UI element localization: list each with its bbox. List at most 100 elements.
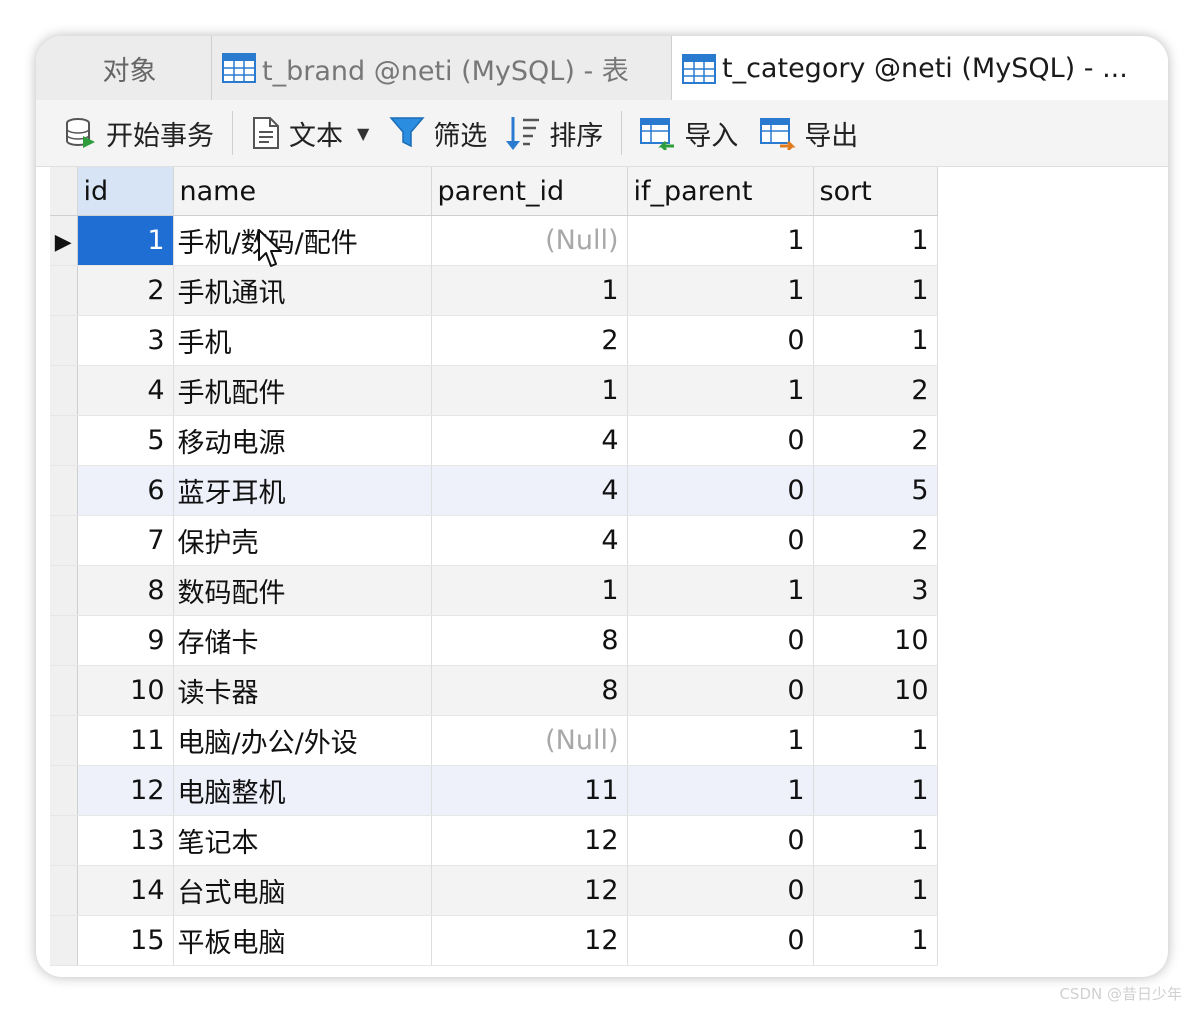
table-row[interactable]: 9 存储卡 8 0 10	[50, 615, 938, 666]
row-header[interactable]: ▶	[50, 215, 78, 266]
cell-id[interactable]: 8	[77, 565, 174, 616]
tab-t-brand[interactable]: t_brand @neti (MySQL) - 表	[212, 36, 672, 100]
cell-parent-id[interactable]: 1	[431, 565, 628, 616]
table-row[interactable]: 5 移动电源 4 0 2	[50, 415, 938, 466]
cell-sort[interactable]: 1	[813, 315, 938, 366]
export-button[interactable]: 导出	[754, 109, 864, 157]
cell-parent-id[interactable]: 11	[431, 765, 628, 816]
cell-if-parent[interactable]: 1	[627, 765, 814, 816]
row-header[interactable]	[50, 865, 78, 916]
cell-if-parent[interactable]: 1	[627, 215, 814, 266]
cell-if-parent[interactable]: 1	[627, 715, 814, 766]
cell-sort[interactable]: 1	[813, 265, 938, 316]
table-row[interactable]: 7 保护壳 4 0 2	[50, 515, 938, 566]
cell-if-parent[interactable]: 0	[627, 615, 814, 666]
table-row[interactable]: 4 手机配件 1 1 2	[50, 365, 938, 416]
cell-parent-id[interactable]: 8	[431, 615, 628, 666]
cell-parent-id[interactable]: 4	[431, 515, 628, 566]
row-header[interactable]	[50, 615, 78, 666]
cell-id[interactable]: 3	[77, 315, 174, 366]
text-view-button[interactable]: 文本 ▼	[245, 109, 375, 157]
column-header-id[interactable]: id	[77, 167, 174, 216]
row-header[interactable]	[50, 265, 78, 316]
cell-id[interactable]: 4	[77, 365, 174, 416]
row-header[interactable]	[50, 465, 78, 516]
table-row[interactable]: 13 笔记本 12 0 1	[50, 815, 938, 866]
column-header-if-parent[interactable]: if_parent	[627, 167, 814, 216]
cell-if-parent[interactable]: 1	[627, 365, 814, 416]
cell-parent-id[interactable]: (Null)	[431, 715, 628, 766]
row-header[interactable]	[50, 365, 78, 416]
cell-if-parent[interactable]: 0	[627, 515, 814, 566]
cell-name[interactable]: 读卡器	[173, 665, 432, 716]
cell-sort[interactable]: 1	[813, 715, 938, 766]
table-row[interactable]: 15 平板电脑 12 0 1	[50, 915, 938, 966]
cell-if-parent[interactable]: 1	[627, 265, 814, 316]
cell-sort[interactable]: 2	[813, 515, 938, 566]
cell-id[interactable]: 13	[77, 815, 174, 866]
cell-name[interactable]: 存储卡	[173, 615, 432, 666]
cell-parent-id[interactable]: 4	[431, 415, 628, 466]
cell-id[interactable]: 12	[77, 765, 174, 816]
cell-id[interactable]: 2	[77, 265, 174, 316]
cell-name[interactable]: 手机/数码/配件	[173, 215, 432, 266]
cell-name[interactable]: 手机通讯	[173, 265, 432, 316]
table-row[interactable]: 12 电脑整机 11 1 1	[50, 765, 938, 816]
tab-t-category[interactable]: t_category @neti (MySQL) - ...	[672, 36, 1168, 101]
cell-id[interactable]: 14	[77, 865, 174, 916]
filter-button[interactable]: 筛选	[383, 109, 493, 157]
cell-if-parent[interactable]: 0	[627, 465, 814, 516]
column-header-name[interactable]: name	[173, 167, 432, 216]
table-row[interactable]: 14 台式电脑 12 0 1	[50, 865, 938, 916]
cell-name[interactable]: 平板电脑	[173, 915, 432, 966]
table-row[interactable]: 8 数码配件 1 1 3	[50, 565, 938, 616]
cell-if-parent[interactable]: 0	[627, 315, 814, 366]
row-header[interactable]	[50, 515, 78, 566]
cell-id[interactable]: 10	[77, 665, 174, 716]
cell-sort[interactable]: 10	[813, 615, 938, 666]
table-row[interactable]: 10 读卡器 8 0 10	[50, 665, 938, 716]
cell-parent-id[interactable]: 12	[431, 865, 628, 916]
cell-id[interactable]: 7	[77, 515, 174, 566]
cell-parent-id[interactable]: 12	[431, 915, 628, 966]
cell-id[interactable]: 11	[77, 715, 174, 766]
cell-sort[interactable]: 3	[813, 565, 938, 616]
cell-name[interactable]: 保护壳	[173, 515, 432, 566]
cell-name[interactable]: 移动电源	[173, 415, 432, 466]
cell-parent-id[interactable]: 4	[431, 465, 628, 516]
row-header[interactable]	[50, 815, 78, 866]
cell-sort[interactable]: 2	[813, 415, 938, 466]
cell-sort[interactable]: 1	[813, 765, 938, 816]
sort-button[interactable]: 排序	[499, 109, 609, 157]
import-button[interactable]: 导入	[634, 109, 744, 157]
cell-if-parent[interactable]: 1	[627, 565, 814, 616]
cell-name[interactable]: 台式电脑	[173, 865, 432, 916]
tab-objects[interactable]: 对象	[48, 36, 212, 100]
row-header[interactable]	[50, 415, 78, 466]
cell-if-parent[interactable]: 0	[627, 665, 814, 716]
row-header[interactable]	[50, 565, 78, 616]
table-row[interactable]: ▶1手机/数码/配件(Null)11	[50, 215, 938, 266]
cell-if-parent[interactable]: 0	[627, 915, 814, 966]
cell-parent-id[interactable]: 1	[431, 265, 628, 316]
cell-sort[interactable]: 1	[813, 865, 938, 916]
cell-sort[interactable]: 1	[813, 215, 938, 266]
cell-sort[interactable]: 10	[813, 665, 938, 716]
table-row[interactable]: 2 手机通讯 1 1 1	[50, 265, 938, 316]
cell-name[interactable]: 手机	[173, 315, 432, 366]
row-header[interactable]	[50, 665, 78, 716]
cell-id[interactable]: 15	[77, 915, 174, 966]
row-header[interactable]	[50, 315, 78, 366]
cell-id[interactable]: 5	[77, 415, 174, 466]
cell-sort[interactable]: 1	[813, 815, 938, 866]
cell-if-parent[interactable]: 0	[627, 415, 814, 466]
cell-name[interactable]: 电脑/办公/外设	[173, 715, 432, 766]
cell-if-parent[interactable]: 0	[627, 815, 814, 866]
cell-parent-id[interactable]: 12	[431, 815, 628, 866]
row-header[interactable]	[50, 765, 78, 816]
cell-name[interactable]: 电脑整机	[173, 765, 432, 816]
row-header[interactable]	[50, 915, 78, 966]
cell-name[interactable]: 数码配件	[173, 565, 432, 616]
cell-sort[interactable]: 2	[813, 365, 938, 416]
cell-id[interactable]: 1	[77, 215, 174, 266]
